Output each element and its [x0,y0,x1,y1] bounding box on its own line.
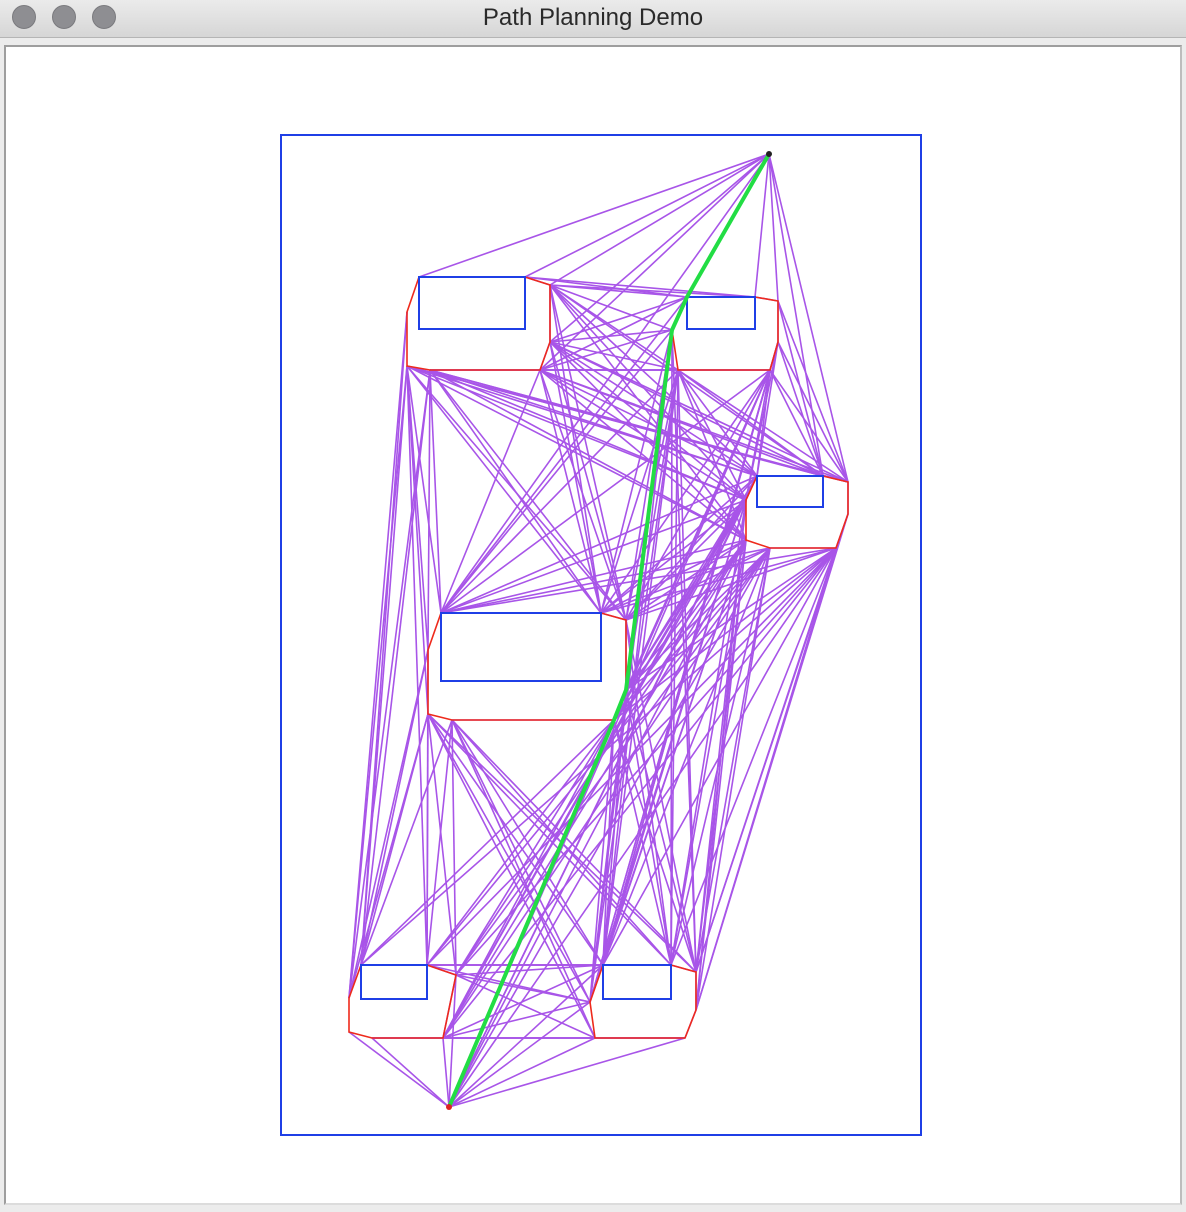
visibility-edge-160 [670,547,837,966]
expanded-obstacle-1 [406,276,551,371]
visibility-edge-91 [360,311,408,966]
visibility-edge-217 [426,719,453,966]
obstacle-2 [686,296,756,330]
expanded-obstacle-6 [589,964,697,1039]
visibility-edge-232 [427,713,591,1003]
visibility-edge-250 [442,1001,591,1039]
expanded-obstacle-4 [427,612,627,721]
app-window: Path Planning Demo [0,0,1186,1212]
visibility-edge-14 [448,1037,596,1108]
visibility-edge-9 [442,1037,450,1108]
obstacle-5 [360,964,428,1000]
obstacle-6 [602,964,672,1000]
visibility-edge-210 [455,719,615,976]
visibility-edge-5 [448,539,747,1108]
expanded-obstacle-3 [745,475,849,549]
obstacle-4 [440,612,602,682]
visibility-edge-32 [549,284,756,298]
start-point [446,1104,452,1110]
visibility-edge-13 [448,1037,686,1108]
path-planning-canvas [280,134,922,1136]
obstacle-3 [756,475,824,508]
visibility-edge-10 [371,1037,450,1108]
visibility-edge-64 [539,369,627,621]
visibility-edge-75 [427,369,431,651]
visibility-edge-11 [348,1031,450,1108]
expanded-obstacle-5 [348,964,457,1039]
visibility-edge-24 [768,153,824,477]
visibility-edge-214 [613,719,697,973]
visibility-edge-222 [451,719,596,1039]
goal-point [766,151,772,157]
visibility-edge-235 [348,649,429,999]
visibility-edge-100 [777,341,824,477]
obstacle-1 [418,276,526,330]
